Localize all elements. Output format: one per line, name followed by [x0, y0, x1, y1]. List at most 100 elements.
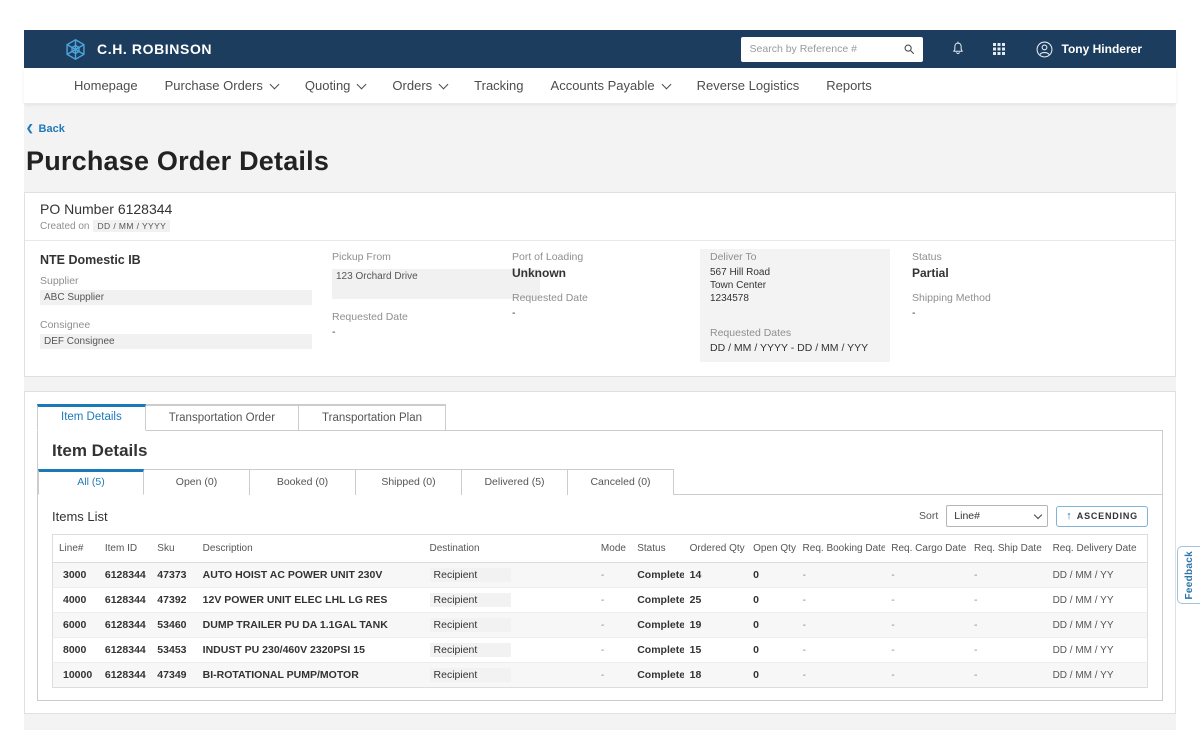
cell-destination: Recipient: [424, 563, 595, 588]
notifications-bell-icon[interactable]: [949, 40, 967, 58]
cell-req-delivery-date: DD / MM / YY: [1047, 613, 1148, 638]
column-header[interactable]: Open Qty: [747, 535, 796, 563]
apps-grid-icon[interactable]: [991, 41, 1007, 57]
menu-item[interactable]: Purchase Orders: [165, 78, 278, 93]
cell-status: Complete: [631, 563, 683, 588]
items-list-heading: Items List: [52, 509, 108, 524]
cell-req-delivery-date: DD / MM / YY: [1047, 663, 1148, 688]
user-avatar-icon: [1035, 40, 1054, 59]
sort-select[interactable]: Line#: [946, 505, 1048, 527]
menu-item[interactable]: Reports: [826, 78, 872, 93]
filter-tab-label: Canceled (0): [590, 476, 650, 488]
menu-item[interactable]: Tracking: [474, 78, 523, 93]
cell-open-qty: 0: [747, 563, 796, 588]
table-row[interactable]: 6000 6128344 53460 DUMP TRAILER PU DA 1.…: [53, 613, 1148, 638]
column-header[interactable]: Sku: [151, 535, 196, 563]
tab[interactable]: Transportation Order: [146, 404, 299, 431]
search-icon[interactable]: [902, 42, 916, 56]
sort-direction-button[interactable]: ↑ ASCENDING: [1056, 506, 1148, 527]
filter-tab[interactable]: Shipped (0): [356, 469, 462, 495]
cell-ordered-qty: 14: [684, 563, 748, 588]
cell-req-cargo-date: -: [885, 638, 968, 663]
column-header[interactable]: Mode: [595, 535, 631, 563]
filter-tab[interactable]: Delivered (5): [462, 469, 568, 495]
port-requested-date-value: -: [512, 307, 700, 319]
deliver-to-label: Deliver To: [710, 251, 880, 263]
column-header[interactable]: Req. Booking Date: [797, 535, 886, 563]
menu-item-label: Quoting: [305, 78, 351, 93]
cell-description: BI-ROTATIONAL PUMP/MOTOR: [197, 663, 424, 688]
column-header[interactable]: Req. Delivery Date: [1047, 535, 1148, 563]
back-label: Back: [39, 123, 65, 135]
feedback-button[interactable]: Feedback: [1177, 546, 1200, 604]
table-row[interactable]: 3000 6128344 47373 AUTO HOIST AC POWER U…: [53, 563, 1148, 588]
filter-tab[interactable]: Canceled (0): [568, 469, 674, 495]
cell-req-booking-date: -: [797, 638, 886, 663]
detail-tabs-card: Item Details Transportation Order Transp…: [24, 391, 1176, 714]
cell-line-number: 4000: [53, 588, 99, 613]
menu-item[interactable]: Quoting: [305, 78, 366, 93]
menu-item[interactable]: Accounts Payable: [551, 78, 670, 93]
cell-line-number: 6000: [53, 613, 99, 638]
column-header[interactable]: Status: [631, 535, 683, 563]
supplier-value: ABC Supplier: [40, 290, 312, 305]
pickup-section: Pickup From 123 Orchard Drive Requested …: [332, 251, 512, 362]
user-menu[interactable]: Tony Hinderer: [1035, 40, 1142, 59]
cell-sku: 53460: [151, 613, 196, 638]
search-input[interactable]: [750, 43, 902, 55]
destination-value: Recipient: [430, 568, 512, 582]
tab-label: Item Details: [61, 411, 122, 423]
column-header[interactable]: Req. Cargo Date: [885, 535, 968, 563]
shipping-method-value: -: [912, 307, 1160, 319]
chevron-left-icon: ❮: [26, 124, 34, 133]
column-header[interactable]: Req. Ship Date: [968, 535, 1047, 563]
column-header[interactable]: Line#: [53, 535, 99, 563]
deliver-to-line1: 567 Hill Road: [710, 266, 880, 279]
table-row[interactable]: 10000 6128344 47349 BI-ROTATIONAL PUMP/M…: [53, 663, 1148, 688]
items-table-wrap: Line# Item ID Sku Description Destinatio…: [38, 534, 1162, 700]
column-header[interactable]: Destination: [424, 535, 595, 563]
po-number-value: 6128344: [118, 201, 173, 217]
tab[interactable]: Item Details: [37, 404, 146, 431]
requested-dates-label: Requested Dates: [710, 327, 880, 339]
table-row[interactable]: 4000 6128344 47392 12V POWER UNIT ELEC L…: [53, 588, 1148, 613]
cell-item-id: 6128344: [99, 663, 151, 688]
items-table-header: Line# Item ID Sku Description Destinatio…: [53, 535, 1148, 563]
tab[interactable]: Transportation Plan: [299, 404, 446, 431]
search-box[interactable]: [741, 37, 923, 62]
cell-sku: 53453: [151, 638, 196, 663]
cell-sku: 47392: [151, 588, 196, 613]
menu-item-label: Homepage: [74, 78, 138, 93]
filter-tab-label: Open (0): [176, 476, 217, 488]
destination-value: Recipient: [430, 668, 512, 682]
ascending-label: ASCENDING: [1077, 511, 1138, 521]
main-menu: Homepage Purchase Orders Quoting Orders …: [24, 68, 1176, 104]
cell-req-ship-date: -: [968, 563, 1047, 588]
cell-line-number: 10000: [53, 663, 99, 688]
destination-value: Recipient: [430, 643, 512, 657]
back-link[interactable]: ❮ Back: [24, 123, 65, 135]
po-number: PO Number 6128344: [40, 201, 1160, 217]
filter-tab[interactable]: All (5): [38, 469, 144, 495]
pickup-from-value: 123 Orchard Drive: [332, 269, 540, 299]
cell-req-cargo-date: -: [885, 588, 968, 613]
filter-tab[interactable]: Open (0): [144, 469, 250, 495]
cell-item-id: 6128344: [99, 588, 151, 613]
filter-tab-label: Booked (0): [277, 476, 328, 488]
table-row[interactable]: 8000 6128344 53453 INDUST PU 230/460V 23…: [53, 638, 1148, 663]
status-value: Partial: [912, 266, 1160, 280]
items-table-body: 3000 6128344 47373 AUTO HOIST AC POWER U…: [53, 563, 1148, 688]
brand[interactable]: C.H. ROBINSON: [64, 38, 212, 61]
cell-req-delivery-date: DD / MM / YY: [1047, 563, 1148, 588]
filter-tab[interactable]: Booked (0): [250, 469, 356, 495]
column-header[interactable]: Ordered Qty: [684, 535, 748, 563]
column-header[interactable]: Description: [197, 535, 424, 563]
cell-description: 12V POWER UNIT ELEC LHL LG RES: [197, 588, 424, 613]
menu-item[interactable]: Reverse Logistics: [697, 78, 800, 93]
filter-tab-label: All (5): [77, 476, 104, 488]
cell-description: DUMP TRAILER PU DA 1.1GAL TANK: [197, 613, 424, 638]
items-list-bar: Items List Sort Line# ↑ ASCENDING: [38, 495, 1162, 534]
menu-item[interactable]: Orders: [392, 78, 447, 93]
menu-item[interactable]: Homepage: [74, 78, 138, 93]
column-header[interactable]: Item ID: [99, 535, 151, 563]
